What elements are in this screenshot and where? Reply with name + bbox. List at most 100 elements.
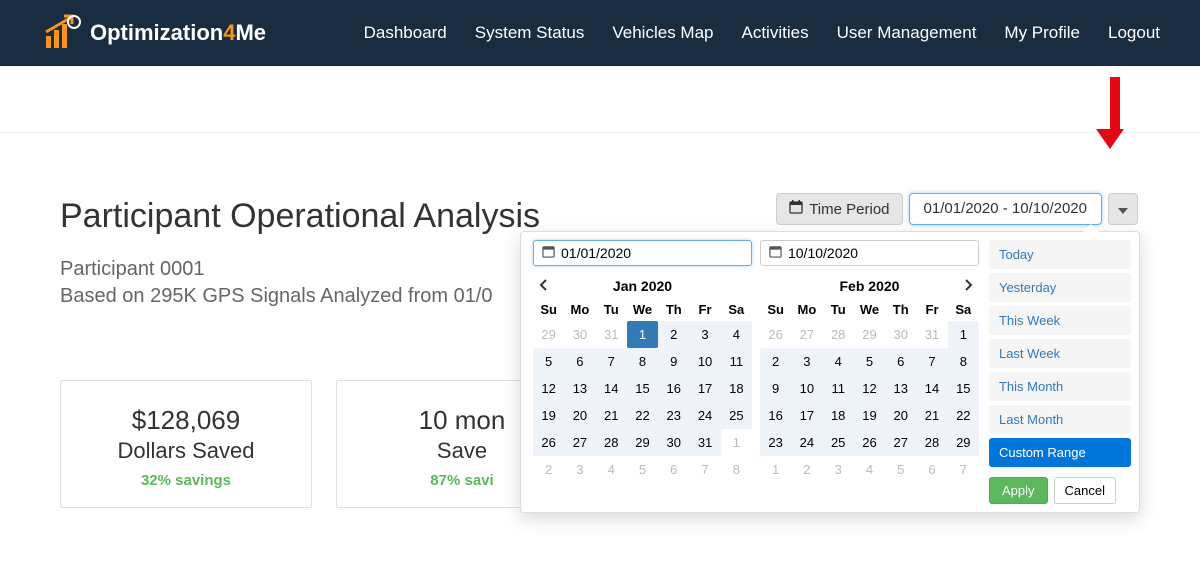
day-cell[interactable]: 9 [760, 375, 791, 402]
day-cell[interactable]: 25 [721, 402, 752, 429]
day-cell[interactable]: 22 [627, 402, 658, 429]
day-cell[interactable]: 25 [823, 429, 854, 456]
day-cell[interactable]: 16 [658, 375, 689, 402]
day-cell[interactable]: 1 [760, 456, 791, 483]
apply-button[interactable]: Apply [989, 477, 1048, 504]
day-cell[interactable]: 5 [854, 348, 885, 375]
day-cell[interactable]: 15 [948, 375, 979, 402]
day-cell[interactable]: 13 [885, 375, 916, 402]
day-cell[interactable]: 12 [854, 375, 885, 402]
start-date-input[interactable]: 01/01/2020 [533, 240, 752, 266]
day-cell[interactable]: 18 [721, 375, 752, 402]
day-cell[interactable]: 28 [823, 321, 854, 348]
end-date-input[interactable]: 10/10/2020 [760, 240, 979, 266]
day-cell[interactable]: 9 [658, 348, 689, 375]
day-cell[interactable]: 6 [564, 348, 595, 375]
day-cell[interactable]: 30 [564, 321, 595, 348]
day-cell[interactable]: 24 [689, 402, 720, 429]
time-period-button[interactable]: Time Period [776, 193, 902, 225]
day-cell[interactable]: 4 [721, 321, 752, 348]
day-cell[interactable]: 3 [689, 321, 720, 348]
day-cell[interactable]: 31 [689, 429, 720, 456]
day-cell[interactable]: 22 [948, 402, 979, 429]
day-cell[interactable]: 11 [721, 348, 752, 375]
day-cell[interactable]: 24 [791, 429, 822, 456]
day-cell[interactable]: 6 [885, 348, 916, 375]
day-cell[interactable]: 29 [627, 429, 658, 456]
day-cell[interactable]: 15 [627, 375, 658, 402]
day-cell[interactable]: 2 [760, 348, 791, 375]
day-cell[interactable]: 17 [689, 375, 720, 402]
day-cell[interactable]: 8 [721, 456, 752, 483]
day-cell[interactable]: 8 [627, 348, 658, 375]
nav-vehicles-map[interactable]: Vehicles Map [612, 23, 713, 43]
preset-yesterday[interactable]: Yesterday [989, 273, 1131, 302]
nav-logout[interactable]: Logout [1108, 23, 1160, 43]
day-cell[interactable]: 30 [885, 321, 916, 348]
day-cell[interactable]: 5 [627, 456, 658, 483]
day-cell[interactable]: 28 [596, 429, 627, 456]
day-cell[interactable]: 27 [564, 429, 595, 456]
day-cell[interactable]: 27 [791, 321, 822, 348]
day-cell[interactable]: 21 [916, 402, 947, 429]
preset-custom-range[interactable]: Custom Range [989, 438, 1131, 467]
day-cell[interactable]: 27 [885, 429, 916, 456]
date-range-display[interactable]: 01/01/2020 - 10/10/2020 [909, 193, 1102, 225]
day-cell[interactable]: 18 [823, 402, 854, 429]
day-cell[interactable]: 5 [885, 456, 916, 483]
day-cell[interactable]: 7 [916, 348, 947, 375]
day-cell[interactable]: 16 [760, 402, 791, 429]
day-cell[interactable]: 26 [854, 429, 885, 456]
day-cell[interactable]: 4 [854, 456, 885, 483]
next-month-button[interactable] [959, 278, 979, 294]
day-cell[interactable]: 10 [689, 348, 720, 375]
day-cell[interactable]: 1 [948, 321, 979, 348]
day-cell[interactable]: 7 [596, 348, 627, 375]
day-cell[interactable]: 7 [689, 456, 720, 483]
day-cell[interactable]: 3 [564, 456, 595, 483]
day-cell[interactable]: 31 [916, 321, 947, 348]
day-cell[interactable]: 19 [533, 402, 564, 429]
day-cell[interactable]: 6 [658, 456, 689, 483]
preset-last-week[interactable]: Last Week [989, 339, 1131, 368]
day-cell[interactable]: 23 [658, 402, 689, 429]
day-cell[interactable]: 23 [760, 429, 791, 456]
preset-this-week[interactable]: This Week [989, 306, 1131, 335]
day-cell[interactable]: 8 [948, 348, 979, 375]
day-cell[interactable]: 13 [564, 375, 595, 402]
day-cell[interactable]: 2 [533, 456, 564, 483]
day-cell[interactable]: 31 [596, 321, 627, 348]
day-cell[interactable]: 14 [916, 375, 947, 402]
preset-last-month[interactable]: Last Month [989, 405, 1131, 434]
preset-today[interactable]: Today [989, 240, 1131, 269]
nav-activities[interactable]: Activities [742, 23, 809, 43]
day-cell[interactable]: 17 [791, 402, 822, 429]
day-cell[interactable]: 2 [791, 456, 822, 483]
day-cell[interactable]: 30 [658, 429, 689, 456]
day-cell[interactable]: 26 [533, 429, 564, 456]
nav-user-management[interactable]: User Management [837, 23, 977, 43]
day-cell[interactable]: 20 [564, 402, 595, 429]
day-cell[interactable]: 29 [854, 321, 885, 348]
day-cell[interactable]: 26 [760, 321, 791, 348]
day-cell[interactable]: 19 [854, 402, 885, 429]
day-cell[interactable]: 21 [596, 402, 627, 429]
day-cell[interactable]: 1 [721, 429, 752, 456]
day-cell[interactable]: 3 [791, 348, 822, 375]
day-cell[interactable]: 7 [948, 456, 979, 483]
day-cell[interactable]: 14 [596, 375, 627, 402]
day-cell[interactable]: 29 [533, 321, 564, 348]
nav-my-profile[interactable]: My Profile [1004, 23, 1080, 43]
day-cell[interactable]: 28 [916, 429, 947, 456]
day-cell[interactable]: 4 [596, 456, 627, 483]
day-cell[interactable]: 6 [916, 456, 947, 483]
cancel-button[interactable]: Cancel [1054, 477, 1116, 504]
brand-logo[interactable]: Optimization4Me [40, 12, 266, 54]
day-cell[interactable]: 10 [791, 375, 822, 402]
day-cell[interactable]: 3 [823, 456, 854, 483]
day-cell[interactable]: 12 [533, 375, 564, 402]
preset-this-month[interactable]: This Month [989, 372, 1131, 401]
date-range-caret-button[interactable] [1108, 193, 1138, 225]
day-cell[interactable]: 20 [885, 402, 916, 429]
nav-system-status[interactable]: System Status [475, 23, 585, 43]
